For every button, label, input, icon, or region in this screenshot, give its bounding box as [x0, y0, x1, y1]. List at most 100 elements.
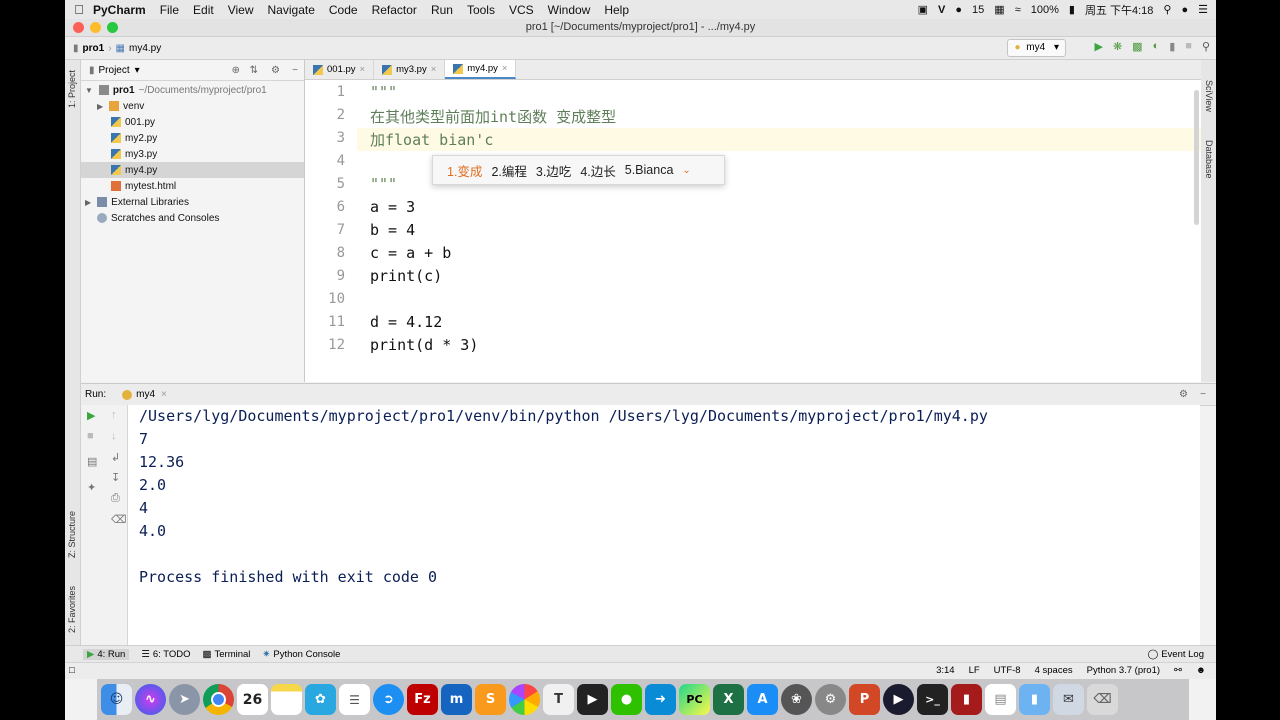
- collapse-icon[interactable]: ⇅: [250, 65, 258, 76]
- stop-icon[interactable]: ■: [87, 430, 94, 442]
- chevron-down-icon[interactable]: ⌄: [682, 165, 690, 176]
- tab-001[interactable]: 001.py ×: [305, 60, 375, 79]
- document-icon[interactable]: ▤: [985, 684, 1016, 715]
- close-icon[interactable]: ×: [161, 389, 167, 400]
- excel-icon[interactable]: X: [713, 684, 744, 715]
- tree-item-my2[interactable]: my2.py: [81, 130, 304, 146]
- chevron-down-icon[interactable]: ▾: [135, 65, 140, 76]
- tree-item-my3[interactable]: my3.py: [81, 146, 304, 162]
- caret-position[interactable]: 3:14: [936, 665, 955, 676]
- tree-item-venv[interactable]: ▶ venv: [81, 98, 304, 114]
- tree-root[interactable]: ▼ pro1 ~/Documents/myproject/pro1: [81, 82, 304, 98]
- close-icon[interactable]: ×: [360, 64, 366, 75]
- scroll-down-icon[interactable]: ↓: [111, 430, 117, 442]
- zoom-window-icon[interactable]: [107, 22, 118, 33]
- menu-vcs[interactable]: VCS: [509, 3, 534, 17]
- search-everywhere-icon[interactable]: ⚲: [1202, 40, 1210, 53]
- chevron-right-icon[interactable]: ▶: [97, 102, 103, 111]
- menu-navigate[interactable]: Navigate: [268, 3, 315, 17]
- photos-icon[interactable]: [509, 684, 540, 715]
- run-tool-button[interactable]: ▶ 4: Run: [83, 649, 130, 660]
- menu-run[interactable]: Run: [431, 3, 453, 17]
- quicktime-icon[interactable]: ▶: [883, 684, 914, 715]
- project-panel-title[interactable]: Project: [99, 65, 130, 76]
- notification-center-icon[interactable]: ☰: [1198, 3, 1208, 16]
- tab-my3[interactable]: my3.py ×: [374, 60, 446, 79]
- launchpad-icon[interactable]: ➤: [169, 684, 200, 715]
- structure-tool-button[interactable]: Z: Structure: [67, 511, 77, 558]
- ime-candidate[interactable]: 1.变成: [447, 161, 482, 180]
- typora-icon[interactable]: T: [543, 684, 574, 715]
- event-log-button[interactable]: ◯ Event Log: [1148, 649, 1204, 660]
- chevron-down-icon[interactable]: ▼: [85, 86, 93, 95]
- sciview-tool-button[interactable]: SciView: [1204, 80, 1214, 112]
- interpreter-setting[interactable]: Python 3.7 (pro1): [1087, 665, 1160, 676]
- tree-scratches[interactable]: Scratches and Consoles: [81, 210, 304, 226]
- favorites-tool-button[interactable]: 2: Favorites: [67, 586, 77, 633]
- mindnode-icon[interactable]: m: [441, 684, 472, 715]
- trash-icon[interactable]: ⌫: [1087, 684, 1118, 715]
- lock-icon[interactable]: ⚯: [1174, 665, 1182, 676]
- search-icon[interactable]: ⚲: [1163, 3, 1171, 16]
- menu-window[interactable]: Window: [548, 3, 591, 17]
- calendar-icon[interactable]: 26: [237, 684, 268, 715]
- mindmap-icon[interactable]: ✿: [305, 684, 336, 715]
- clock[interactable]: 周五 下午4:18: [1085, 2, 1153, 18]
- wechat-icon[interactable]: ●: [611, 684, 642, 715]
- pycharm-icon[interactable]: PC: [679, 684, 710, 715]
- sync-icon[interactable]: ▦: [994, 3, 1004, 16]
- scroll-to-end-icon[interactable]: ↧: [111, 471, 120, 484]
- wifi-icon[interactable]: ≈: [1015, 4, 1021, 16]
- menu-refactor[interactable]: Refactor: [372, 3, 417, 17]
- menu-edit[interactable]: Edit: [193, 3, 214, 17]
- finalcut-icon[interactable]: ▶: [577, 684, 608, 715]
- run-config-select[interactable]: ● my4 ▾: [1007, 39, 1066, 57]
- hide-icon[interactable]: −: [292, 65, 298, 76]
- run-tab-label[interactable]: my4: [136, 389, 155, 400]
- vim-icon[interactable]: V: [938, 4, 945, 16]
- soft-wrap-icon[interactable]: ↲: [111, 451, 120, 464]
- notes-icon[interactable]: [271, 684, 302, 715]
- layout-icon[interactable]: ▤: [87, 455, 97, 468]
- appstore-icon[interactable]: A: [747, 684, 778, 715]
- rerun-icon[interactable]: ▶: [87, 409, 95, 422]
- apple-icon[interactable]: : [65, 2, 93, 17]
- terminal-tool-button[interactable]: ▩ Terminal: [203, 649, 251, 660]
- project-tool-button[interactable]: 1: Project: [67, 70, 77, 108]
- chevron-right-icon[interactable]: ▶: [85, 198, 91, 207]
- coverage-icon[interactable]: ▩: [1132, 40, 1142, 53]
- finder-icon[interactable]: ☺: [101, 684, 132, 715]
- tree-item-my4[interactable]: my4.py: [81, 162, 304, 178]
- print-icon[interactable]: ⎙: [111, 492, 120, 505]
- menu-view[interactable]: View: [228, 3, 254, 17]
- profile-icon[interactable]: ◐: [1153, 40, 1160, 53]
- wechat-status-icon[interactable]: ●: [955, 4, 962, 16]
- concurrency-icon[interactable]: ▮: [1169, 40, 1175, 53]
- winrar-icon[interactable]: ▮: [951, 684, 982, 715]
- chrome-icon[interactable]: [203, 684, 234, 715]
- pin-icon[interactable]: ✦: [87, 481, 96, 494]
- ime-candidate[interactable]: 2.编程: [491, 161, 526, 180]
- tab-my4[interactable]: my4.py ×: [445, 60, 517, 79]
- app-menu[interactable]: PyCharm: [93, 3, 146, 17]
- gear-icon[interactable]: ⚙: [271, 65, 280, 76]
- tree-external-libraries[interactable]: ▶ External Libraries: [81, 194, 304, 210]
- powerpoint-icon[interactable]: P: [849, 684, 880, 715]
- user-icon[interactable]: ●: [1181, 4, 1188, 16]
- locate-icon[interactable]: ⊕: [232, 65, 240, 76]
- run-icon[interactable]: ▶: [1094, 40, 1102, 53]
- run-console[interactable]: /Users/lyg/Documents/myproject/pro1/venv…: [128, 405, 1200, 645]
- ime-candidate[interactable]: 3.边吃: [536, 161, 571, 180]
- menu-code[interactable]: Code: [329, 3, 358, 17]
- battery-icon[interactable]: ▮: [1069, 3, 1075, 16]
- breadcrumb-file[interactable]: my4.py: [129, 43, 161, 54]
- tree-item-001[interactable]: 001.py: [81, 114, 304, 130]
- debug-icon[interactable]: ❋: [1113, 40, 1122, 53]
- indent-setting[interactable]: 4 spaces: [1035, 665, 1073, 676]
- inspector-icon[interactable]: ☻: [1196, 665, 1206, 676]
- reminders-icon[interactable]: ☰: [339, 684, 370, 715]
- gear-icon[interactable]: ⚙: [1179, 389, 1188, 400]
- siri-icon[interactable]: ∿: [135, 684, 166, 715]
- todo-tool-button[interactable]: ☰ 6: TODO: [141, 649, 190, 660]
- migration-icon[interactable]: ➜: [645, 684, 676, 715]
